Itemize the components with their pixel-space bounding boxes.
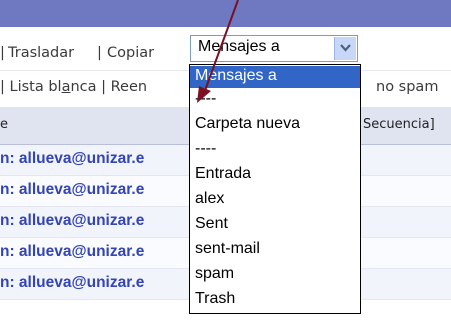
pointer-arrow-icon (197, 0, 239, 103)
